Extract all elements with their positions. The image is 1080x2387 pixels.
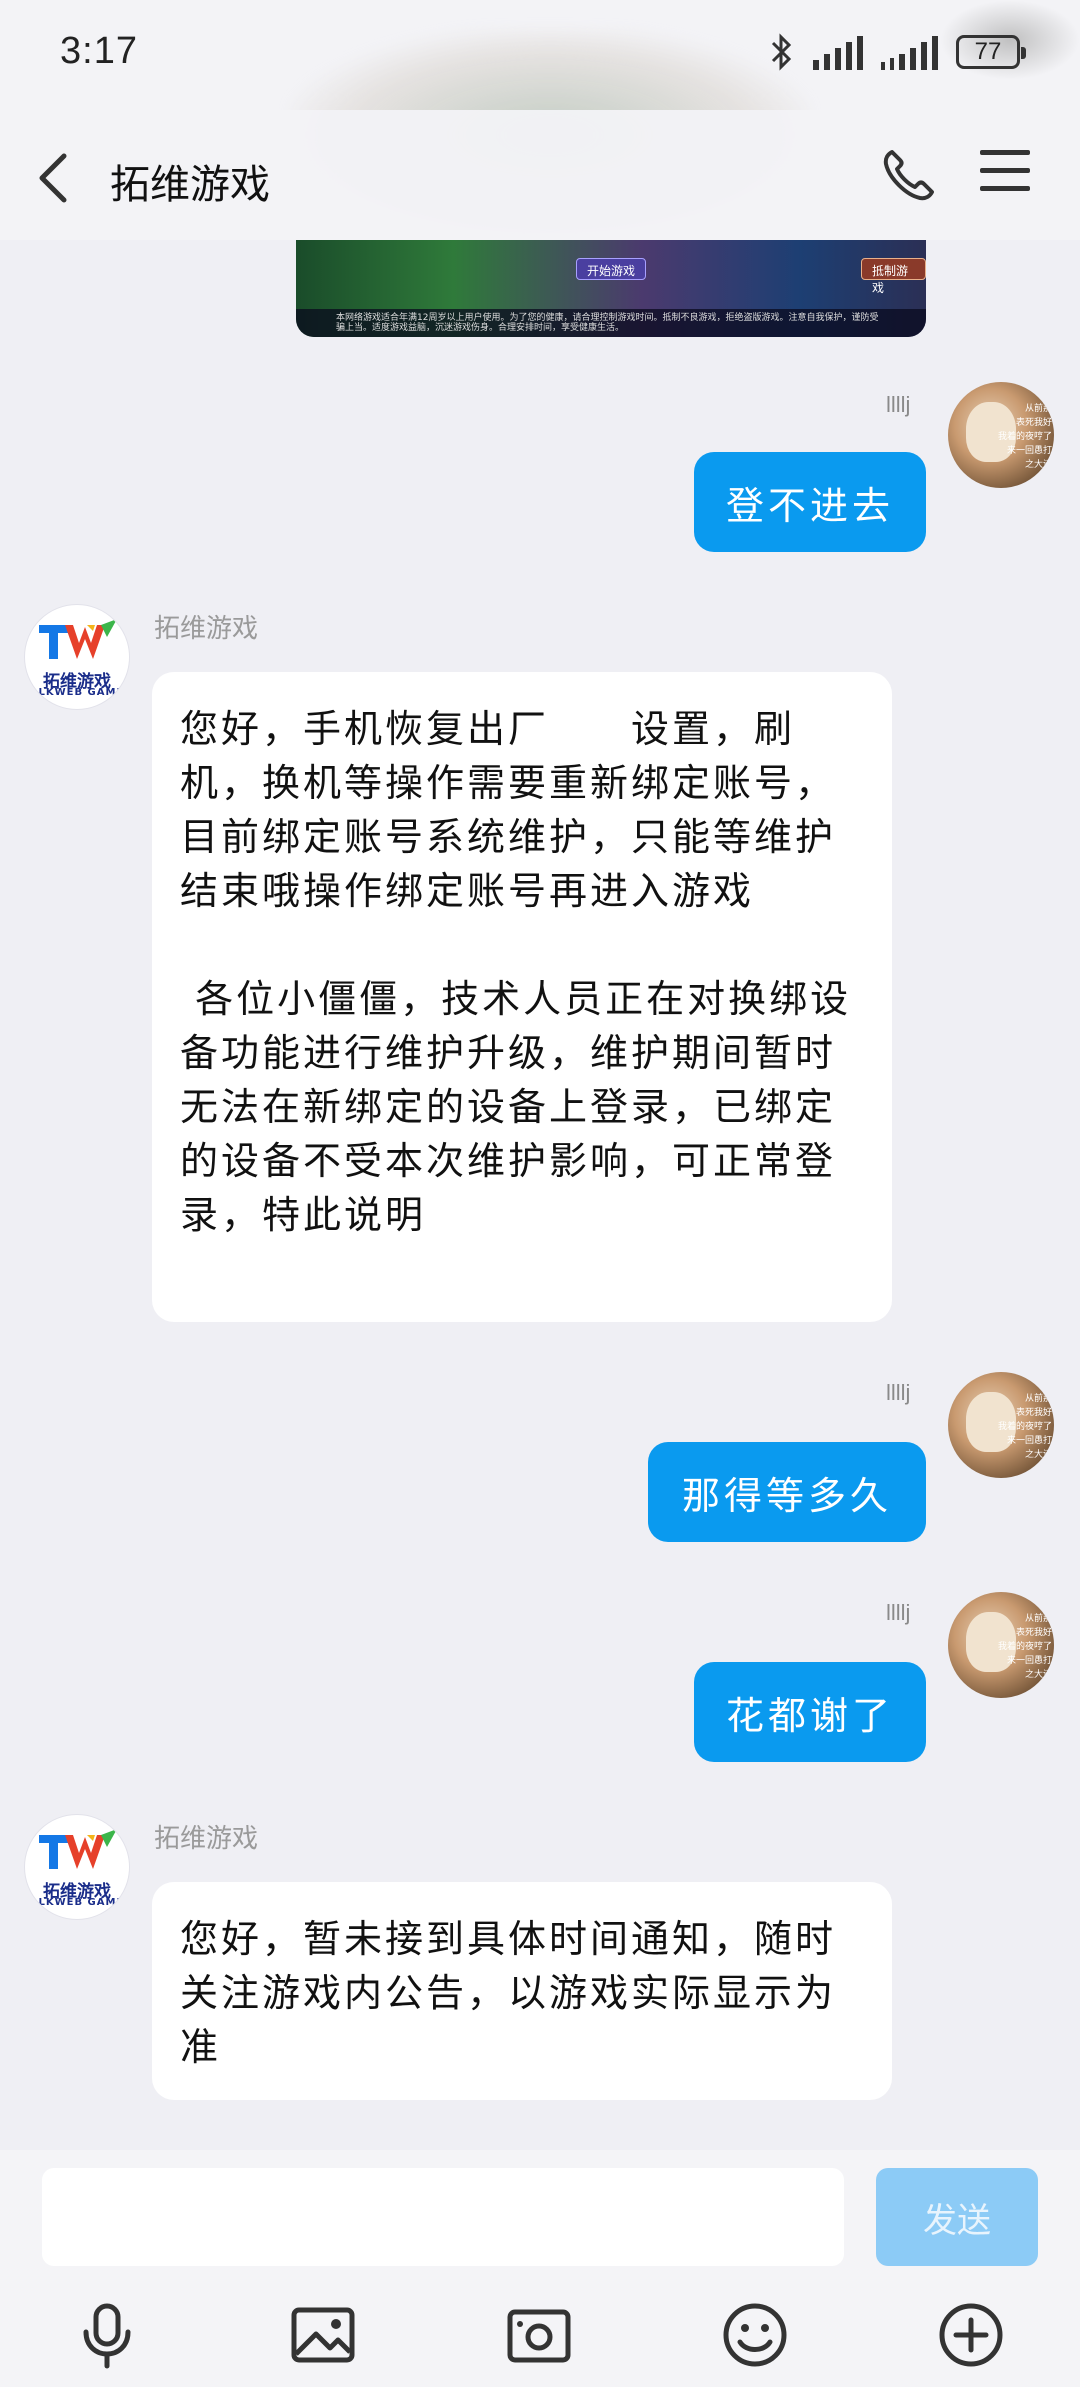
emoji-icon[interactable] [720, 2300, 790, 2370]
message-bubble-in[interactable]: 您好，手机恢复出厂 设置，刷机，换机等操作需要重新绑定账号，目前绑定账号系统维护… [152, 672, 892, 1322]
chat-header: 拓维游戏 [0, 110, 1080, 240]
battery-icon: 77 [956, 35, 1026, 69]
message-bubble-out[interactable]: 登不进去 [694, 452, 926, 552]
avatar[interactable]: 拓维游戏 ALKWEB GAME [24, 1814, 130, 1920]
plus-icon[interactable] [936, 2300, 1006, 2370]
sender-name: llllj [886, 392, 911, 417]
back-arrow-icon[interactable] [34, 148, 74, 208]
avatar[interactable]: 从前那 表死我好 我着的夜哼了 来一回愚打 之大话 [948, 1372, 1054, 1478]
sender-name: llllj [886, 1380, 911, 1405]
avatar-sub: ALKWEB GAME [29, 1897, 125, 1908]
message-bubble-out[interactable]: 那得等多久 [648, 1442, 926, 1542]
sender-name: llllj [886, 1600, 911, 1625]
message-bubble-out[interactable]: 花都谢了 [694, 1662, 926, 1762]
signal-icon-2 [881, 34, 938, 70]
message-input[interactable] [42, 2168, 844, 2266]
banner-start-label: 开始游戏 [576, 258, 647, 280]
sender-name: 拓维游戏 [154, 614, 259, 644]
status-time: 3:17 [60, 30, 138, 72]
avatar[interactable]: 从前那 表死我好 我着的夜哼了 来一回愚打 之大话 [948, 1592, 1054, 1698]
message-bubble-in[interactable]: 您好，暂未接到具体时间通知，随时关注游戏内公告，以游戏实际显示为准 [152, 1882, 892, 2100]
chat-title: 拓维游戏 [110, 162, 270, 208]
send-button[interactable]: 发送 [876, 2168, 1038, 2266]
tw-logo-icon [39, 1829, 117, 1869]
battery-level: 77 [974, 38, 1002, 65]
input-bar: 发送 [0, 2150, 1080, 2387]
banner-footer-text: 本网络游戏适合年满12周岁以上用户使用。为了您的健康，请合理控制游戏时间。抵制不… [296, 309, 926, 337]
signal-icon [813, 34, 863, 70]
game-banner-image[interactable]: 开始游戏 抵制游戏 本网络游戏适合年满12周岁以上用户使用。为了您的健康，请合理… [296, 240, 926, 337]
image-icon[interactable] [288, 2300, 358, 2370]
sender-name: 拓维游戏 [154, 1824, 259, 1854]
avatar[interactable]: 拓维游戏 ALKWEB GAME [24, 604, 130, 710]
banner-warn-label: 抵制游戏 [861, 258, 926, 295]
tw-logo-icon [39, 619, 117, 659]
avatar[interactable]: 从前那 表死我好 我着的夜哼了 来一回愚打 之大话 [948, 382, 1054, 488]
microphone-icon[interactable] [72, 2300, 142, 2370]
camera-icon[interactable] [504, 2300, 574, 2370]
menu-icon[interactable] [980, 150, 1030, 200]
avatar-sub: ALKWEB GAME [29, 687, 125, 698]
phone-call-icon[interactable] [880, 146, 938, 204]
